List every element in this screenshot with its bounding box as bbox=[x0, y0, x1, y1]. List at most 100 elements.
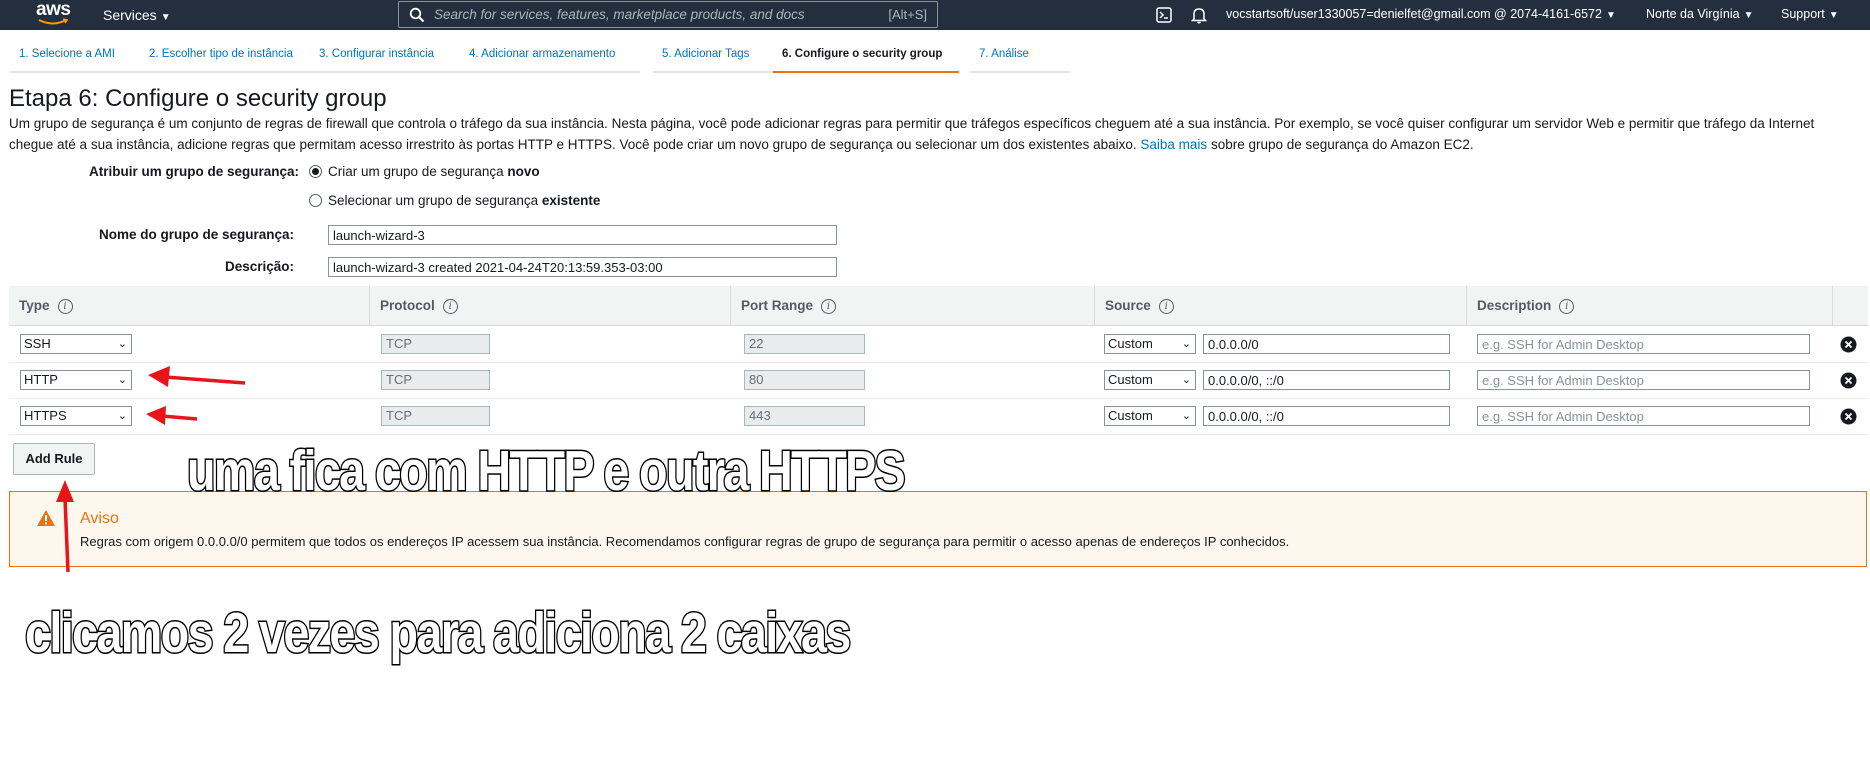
aws-smile-icon bbox=[38, 18, 68, 25]
radio-create-new[interactable]: Criar um grupo de segurança novo bbox=[309, 164, 540, 179]
rules-table-header: Type i Protocol i Port Range i Source i Desc… bbox=[9, 286, 1868, 326]
radio-unselected-icon bbox=[309, 194, 322, 207]
description-label: Descrição: bbox=[224, 259, 294, 274]
description-field[interactable]: e.g. SSH for Admin Desktop bbox=[1477, 334, 1810, 354]
step-7[interactable]: 7. Análise bbox=[970, 44, 1070, 73]
type-select[interactable]: HTTP ⌄ bbox=[20, 370, 132, 390]
source-type-value: Custom bbox=[1108, 336, 1153, 351]
info-icon[interactable]: i bbox=[1559, 298, 1575, 314]
th-description-label: Description bbox=[1477, 298, 1552, 313]
protocol-field: TCP bbox=[381, 370, 490, 390]
source-type-value: Custom bbox=[1108, 372, 1153, 387]
th-type: Type i bbox=[9, 286, 369, 325]
th-actions bbox=[1832, 286, 1868, 325]
top-nav: aws Services ▼ Search for services, featu… bbox=[0, 0, 1870, 30]
support-menu[interactable]: Support ▼ bbox=[1781, 7, 1839, 21]
search-input[interactable]: Search for services, features, marketpla… bbox=[398, 1, 938, 28]
aws-logo[interactable]: aws bbox=[34, 0, 74, 27]
th-port-label: Port Range bbox=[741, 298, 814, 313]
caret-down-icon: ▼ bbox=[1743, 10, 1754, 21]
port-field: 443 bbox=[744, 406, 865, 426]
bell-icon[interactable] bbox=[1191, 6, 1207, 24]
step-3[interactable]: 3. Configurar instância bbox=[310, 44, 463, 73]
add-rule-button[interactable]: Add Rule bbox=[13, 443, 95, 475]
page-title: Etapa 6: Configure o security group bbox=[9, 85, 387, 112]
caret-down-icon: ▼ bbox=[1605, 10, 1616, 21]
type-select[interactable]: HTTPS ⌄ bbox=[20, 406, 132, 426]
type-select-value: SSH bbox=[24, 336, 51, 351]
chevron-down-icon: ⌄ bbox=[1181, 338, 1191, 350]
step-1[interactable]: 1. Selecione a AMI bbox=[10, 44, 145, 73]
search-placeholder: Search for services, features, marketpla… bbox=[434, 7, 805, 22]
step-2[interactable]: 2. Escolher tipo de instância bbox=[140, 44, 316, 73]
chevron-down-icon: ⌄ bbox=[117, 374, 127, 386]
caret-down-icon: ▼ bbox=[1828, 10, 1839, 21]
group-name-input[interactable]: launch-wizard-3 bbox=[328, 225, 837, 245]
radio-existing-bold: existente bbox=[541, 193, 601, 208]
source-type-select[interactable]: Custom ⌄ bbox=[1104, 370, 1196, 390]
caret-down-icon: ▼ bbox=[160, 12, 171, 23]
warning-icon bbox=[37, 510, 55, 526]
services-label: Services bbox=[103, 7, 157, 23]
th-description: Description i bbox=[1466, 286, 1832, 325]
th-source-label: Source bbox=[1105, 298, 1151, 313]
info-icon[interactable]: i bbox=[1158, 298, 1174, 314]
info-icon[interactable]: i bbox=[821, 298, 837, 314]
type-select-value: HTTPS bbox=[24, 408, 67, 423]
info-icon[interactable]: i bbox=[442, 298, 458, 314]
remove-rule-icon[interactable] bbox=[1840, 336, 1857, 353]
th-source: Source i bbox=[1094, 286, 1466, 325]
search-shortcut: [Alt+S] bbox=[888, 7, 927, 22]
th-protocol: Protocol i bbox=[369, 286, 730, 325]
table-row: HTTPS ⌄ TCP 443 Custom ⌄ 0.0.0.0/0, ::/0 e… bbox=[9, 398, 1868, 435]
group-name-label: Nome do grupo de segurança: bbox=[98, 227, 294, 242]
chevron-down-icon: ⌄ bbox=[117, 338, 127, 350]
source-type-value: Custom bbox=[1108, 408, 1153, 423]
page-intro: Um grupo de segurança é um conjunto de r… bbox=[9, 113, 1849, 155]
description-field[interactable]: e.g. SSH for Admin Desktop bbox=[1477, 406, 1810, 426]
intro-text: Um grupo de segurança é um conjunto de r… bbox=[9, 116, 1815, 152]
chevron-down-icon: ⌄ bbox=[1181, 410, 1191, 422]
protocol-field: TCP bbox=[381, 334, 490, 354]
protocol-field: TCP bbox=[381, 406, 490, 426]
account-menu[interactable]: vocstartsoft/user1330057=denielfet@gmail… bbox=[1226, 7, 1616, 21]
step-5[interactable]: 5. Adicionar Tags bbox=[653, 44, 776, 73]
region-label: Norte da Virgínia bbox=[1646, 7, 1740, 21]
radio-create-label: Criar um grupo de segurança bbox=[328, 164, 504, 179]
annotation-caption: uma fica com HTTP e outra HTTPS bbox=[186, 438, 907, 505]
source-type-select[interactable]: Custom ⌄ bbox=[1104, 406, 1196, 426]
table-row: SSH ⌄ TCP 22 Custom ⌄ 0.0.0.0/0 e.g. SSH f… bbox=[9, 326, 1868, 363]
account-label: vocstartsoft/user1330057=denielfet@gmail… bbox=[1226, 7, 1602, 21]
cloudshell-icon[interactable] bbox=[1156, 7, 1172, 23]
radio-create-bold: novo bbox=[507, 164, 540, 179]
description-field[interactable]: e.g. SSH for Admin Desktop bbox=[1477, 370, 1810, 390]
learn-more-link[interactable]: Saiba mais bbox=[1140, 137, 1207, 152]
th-port-range: Port Range i bbox=[730, 286, 1094, 325]
remove-rule-icon[interactable] bbox=[1840, 372, 1857, 389]
services-menu[interactable]: Services ▼ bbox=[103, 7, 171, 23]
assign-label: Atribuir um grupo de segurança: bbox=[88, 164, 299, 179]
step-4[interactable]: 4. Adicionar armazenamento bbox=[460, 44, 640, 73]
region-menu[interactable]: Norte da Virgínia ▼ bbox=[1646, 7, 1753, 21]
th-type-label: Type bbox=[19, 298, 50, 313]
remove-rule-icon[interactable] bbox=[1840, 408, 1857, 425]
th-protocol-label: Protocol bbox=[380, 298, 435, 313]
source-input[interactable]: 0.0.0.0/0, ::/0 bbox=[1203, 406, 1450, 426]
warning-title: Aviso bbox=[80, 510, 119, 527]
port-field: 22 bbox=[744, 334, 865, 354]
chevron-down-icon: ⌄ bbox=[117, 410, 127, 422]
description-input[interactable]: launch-wizard-3 created 2021-04-24T20:13… bbox=[328, 257, 837, 277]
radio-select-existing[interactable]: Selecionar um grupo de segurança existen… bbox=[309, 193, 600, 208]
intro-text-end: sobre grupo de segurança do Amazon EC2. bbox=[1210, 137, 1474, 152]
source-input[interactable]: 0.0.0.0/0 bbox=[1203, 334, 1450, 354]
port-field: 80 bbox=[744, 370, 865, 390]
chevron-down-icon: ⌄ bbox=[1181, 374, 1191, 386]
source-input[interactable]: 0.0.0.0/0, ::/0 bbox=[1203, 370, 1450, 390]
source-type-select[interactable]: Custom ⌄ bbox=[1104, 334, 1196, 354]
info-icon[interactable]: i bbox=[57, 298, 73, 314]
type-select[interactable]: SSH ⌄ bbox=[20, 334, 132, 354]
type-select-value: HTTP bbox=[24, 372, 58, 387]
table-row: HTTP ⌄ TCP 80 Custom ⌄ 0.0.0.0/0, ::/0 e.g… bbox=[9, 362, 1868, 399]
support-label: Support bbox=[1781, 7, 1825, 21]
step-6[interactable]: 6. Configure o security group bbox=[773, 44, 959, 73]
